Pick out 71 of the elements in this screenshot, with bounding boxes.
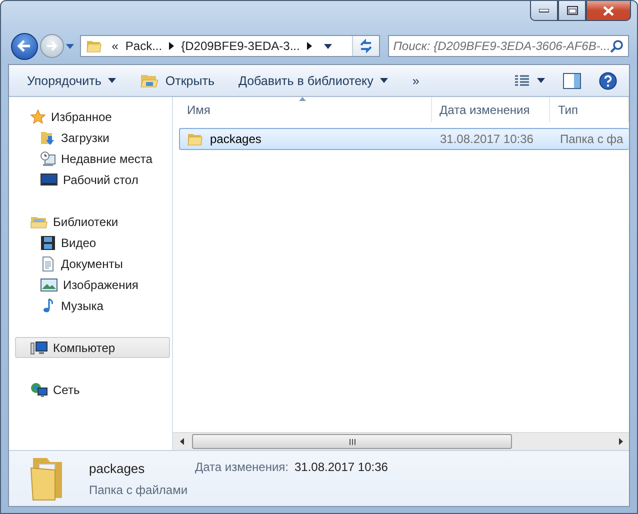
date-label: Дата изменения: (195, 460, 288, 474)
scroll-right-icon[interactable] (618, 438, 622, 445)
sidebar-item[interactable]: Недавние места (15, 148, 170, 169)
forward-arrow-icon (46, 41, 58, 51)
sidebar-item[interactable]: Видео (15, 232, 170, 253)
item-type: Папка с файлами (89, 482, 189, 496)
file-row[interactable]: packages 31.08.2017 10:36 Папка с фа (179, 128, 629, 150)
film-icon (40, 234, 56, 250)
history-dropdown-icon[interactable] (66, 44, 74, 48)
sidebar-item[interactable]: Библиотеки (15, 211, 170, 232)
minimize-icon (539, 8, 549, 12)
network-icon (30, 382, 48, 398)
sidebar-item[interactable]: Сеть (15, 379, 170, 400)
caret-icon (108, 78, 116, 83)
horizontal-scrollbar[interactable] (173, 432, 629, 450)
view-options-button[interactable] (515, 74, 545, 86)
back-button[interactable] (11, 32, 38, 60)
picture-icon (40, 276, 58, 292)
close-icon (603, 6, 614, 16)
refresh-icon[interactable] (358, 39, 374, 53)
item-name: packages (89, 460, 146, 476)
details-view-icon (515, 74, 529, 86)
toolbar-button[interactable]: Добавить в библиотеку (226, 65, 400, 96)
column-header[interactable]: Дата изменения (432, 97, 550, 122)
caret-icon (537, 78, 545, 83)
help-icon[interactable] (599, 72, 617, 90)
column-header[interactable]: Тип (550, 97, 629, 122)
chevron-icon (169, 42, 174, 50)
back-arrow-icon (17, 40, 32, 52)
sidebar-item[interactable]: Рабочий стол (15, 169, 170, 190)
grip-icon (348, 438, 356, 444)
computer-icon (30, 340, 48, 356)
breadcrumb-item[interactable]: Pack... (125, 39, 162, 53)
sidebar-item[interactable]: Музыка (15, 295, 170, 316)
scroll-left-icon[interactable] (180, 438, 184, 445)
type-cell: Папка с фа (560, 132, 624, 146)
folder-icon (29, 456, 65, 502)
folder-icon (187, 131, 203, 147)
folder-icon (86, 38, 102, 54)
sidebar-item[interactable]: Компьютер (15, 337, 170, 358)
date-cell: 31.08.2017 10:36 (440, 132, 534, 146)
more-button[interactable]: » (400, 74, 432, 88)
sidebar-item[interactable]: Изображения (15, 274, 170, 295)
desktop-icon (40, 172, 58, 188)
column-header[interactable]: Имя (179, 97, 432, 122)
search-icon (610, 39, 624, 53)
address-bar[interactable]: « Pack... {D209BFE9-3EDA-3... (80, 35, 380, 57)
open-folder-icon (140, 72, 158, 88)
star-icon (30, 108, 46, 124)
recent-places-icon (40, 150, 56, 166)
toolbar-button[interactable]: Упорядочить (15, 65, 128, 96)
sort-arrow-icon (298, 97, 306, 101)
file-name: packages (210, 132, 262, 146)
download-folder-icon (40, 130, 56, 146)
chevron-icon (306, 42, 312, 50)
preview-pane-icon[interactable] (563, 72, 581, 88)
close-button[interactable] (586, 1, 631, 21)
sidebar-item[interactable]: Документы (15, 253, 170, 274)
minimize-button[interactable] (530, 1, 558, 21)
overflow-chevron[interactable]: « (112, 39, 118, 53)
breadcrumb-item[interactable]: {D209BFE9-3EDA-3... (181, 39, 300, 53)
sidebar-item[interactable]: Загрузки (15, 127, 170, 148)
toolbar-button[interactable]: Открыть (128, 65, 226, 96)
sidebar-item[interactable]: Избранное (15, 106, 170, 127)
date-value: 31.08.2017 10:36 (294, 460, 388, 474)
maximize-icon (566, 6, 578, 15)
document-icon (40, 256, 56, 272)
dropdown-caret-icon (324, 44, 332, 48)
maximize-button[interactable] (558, 1, 586, 21)
caret-icon (380, 78, 388, 83)
search-field[interactable]: Поиск: {D209BFE9-3EDA-3606-AF6B-... (388, 35, 629, 57)
